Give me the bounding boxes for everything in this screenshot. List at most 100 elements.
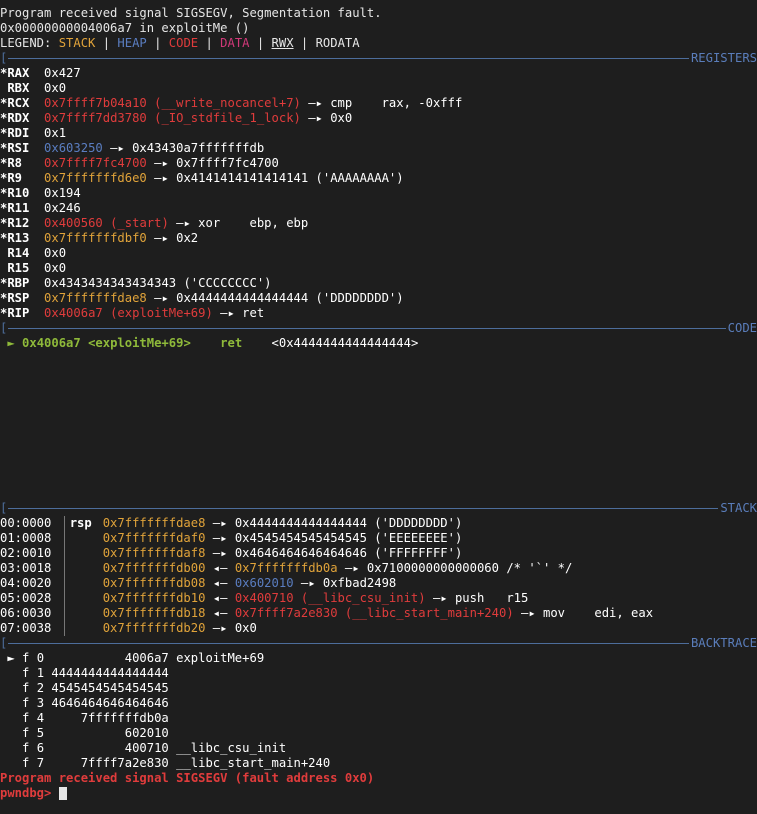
terminal-window[interactable]: Program received signal SIGSEGV, Segment… [0,0,757,814]
register-row: *RSP 0x7fffffffdae8 —▸ 0x444444444444444… [0,291,757,306]
stack-arrow: —▸ [212,531,228,545]
stack-value: 0x4646464646464646 ('FFFFFFFF') [234,546,463,560]
register-row: RBX 0x0 [0,81,757,96]
legend-rwx: RWX [271,36,294,50]
backtrace-frame: ► f 0 4006a7 exploitMe+69 [0,651,757,666]
register-stack-pointer: 0x7fffffffdae8 [44,291,147,305]
register-name: R11 [7,201,30,215]
register-name: RBP [7,276,30,290]
backtrace-address: 7ffff7a2e830 [80,756,169,770]
stack-address: 0x7fffffffdb08 [102,576,206,590]
stack-address: 0x7fffffffdb10 [102,591,206,605]
register-symbol: (_IO_stdfile_1_lock) [154,111,301,125]
registers-panel: *RAX 0x427 RBX 0x0 *RCX 0x7ffff7b04a10 (_… [0,66,757,321]
code-empty-area [0,351,757,501]
register-value: 0x1 [44,126,67,140]
register-name: R9 [7,171,23,185]
register-row: *RSI 0x603250 —▸ 0x43430a7fffffffdb [0,141,757,156]
register-symbol: (__write_nocancel+7) [154,96,301,110]
register-row: *RCX 0x7ffff7b04a10 (__write_nocancel+7)… [0,96,757,111]
backtrace-frame-number: f 2 [22,681,45,695]
register-deref: —▸ 0x43430a7fffffffdb [102,141,265,155]
register-value: 0x246 [44,201,81,215]
backtrace-address: 7fffffffdb0a [80,711,169,725]
stack-value: —▸ 0xfbad2498 [293,576,397,590]
legend-sep: | [293,36,316,50]
stack-column-divider [64,606,65,621]
current-instruction-arrow: ► [0,336,23,350]
stack-row: 04:0020 0x7fffffffdb08 ◂— 0x602010 —▸ 0x… [0,576,757,591]
register-code-pointer: 0x4006a7 [44,306,103,320]
stack-panel: 00:0000 rsp 0x7fffffffdae8 —▸ 0x444444444… [0,516,757,636]
stack-column-divider [64,531,65,546]
register-deref: —▸ 0x4444444444444444 ('DDDDDDDD') [146,291,404,305]
stack-arrow: —▸ [212,516,228,530]
stack-arrow: —▸ [212,546,228,560]
cursor[interactable] [58,787,67,800]
backtrace-address: 400710 [124,741,169,755]
code-section-header: [CODE [0,321,757,336]
signal-message: Program received signal SIGSEGV, Segment… [0,6,382,20]
legend-sep: | [198,36,221,50]
stack-address: 0x7fffffffdae8 [102,516,206,530]
backtrace-address: 4444444444444444 [51,666,169,680]
stack-row: 05:0028 0x7fffffffdb10 ◂— 0x400710 (__li… [0,591,757,606]
register-deref: —▸ cmp rax, -0xfff [300,96,463,110]
backtrace-address: 4646464646464646 [51,696,169,710]
register-name: R8 [7,156,23,170]
register-deref: —▸ 0x4141414141414141 ('AAAAAAAA') [146,171,404,185]
stack-address: 0x7fffffffdaf8 [102,546,206,560]
backtrace-frame-number: f 6 [22,741,45,755]
legend-data: DATA [220,36,250,50]
register-name: R15 [7,261,30,275]
prompt-line[interactable]: pwndbg> [0,786,757,801]
backtrace-arrow [0,696,22,710]
stack-address: 0x7fffffffdaf0 [102,531,206,545]
register-symbol: (exploitMe+69) [110,306,213,320]
register-deref: —▸ 0x7ffff7fc4700 [146,156,279,170]
legend-sep: | [249,36,272,50]
backtrace-frame: f 6 400710 __libc_csu_init [0,741,757,756]
backtrace-arrow: ► [0,651,23,665]
register-value: 0x4343434343434343 ('CCCCCCCC') [44,276,272,290]
backtrace-arrow [0,741,22,755]
stack-arrow: ◂— [212,576,228,590]
register-row: *R13 0x7fffffffdbf0 —▸ 0x2 [0,231,757,246]
legend-sep: | [146,36,169,50]
register-name: R13 [7,231,30,245]
register-name: RIP [7,306,30,320]
stack-row: 07:0038 0x7fffffffdb20 —▸ 0x0 [0,621,757,636]
registers-section-header: [REGISTERS [0,51,757,66]
stack-offset: 06:0030 [0,606,52,620]
register-row: R15 0x0 [0,261,757,276]
backtrace-address: 602010 [124,726,169,740]
stack-row: 06:0030 0x7fffffffdb18 ◂— 0x7ffff7a2e830… [0,606,757,621]
register-row: *RIP 0x4006a7 (exploitMe+69) —▸ ret [0,306,757,321]
code-current-instruction: ► 0x4006a7 <exploitMe+69> ret <0x4444444… [0,336,757,351]
register-row: *RAX 0x427 [0,66,757,81]
register-name: R10 [7,186,30,200]
register-name: RBX [7,81,30,95]
backtrace-section-header: [BACKTRACE [0,636,757,651]
backtrace-symbol: __libc_start_main+240 [176,756,331,770]
stack-arrow: ◂— [212,561,228,575]
stack-value: —▸ mov edi, eax [513,606,654,620]
register-name: R14 [7,246,30,260]
stack-column-divider [64,546,65,561]
register-row: *R9 0x7fffffffd6e0 —▸ 0x4141414141414141… [0,171,757,186]
register-value: 0x194 [44,186,81,200]
stack-register: rsp [69,516,92,530]
register-name: RDX [7,111,30,125]
stack-address: 0x7fffffffdb20 [102,621,206,635]
stack-row: 00:0000 rsp 0x7fffffffdae8 —▸ 0x444444444… [0,516,757,531]
stack-offset: 01:0008 [0,531,52,545]
register-pointer: 0x7ffff7b04a10 [44,96,147,110]
register-name: RDI [7,126,30,140]
stack-offset: 05:0028 [0,591,52,605]
register-value: 0x0 [44,246,67,260]
register-deref: —▸ 0x0 [300,111,353,125]
code-title: CODE [725,321,757,336]
backtrace-arrow [0,666,22,680]
register-row: *RDI 0x1 [0,126,757,141]
current-instruction-address: 0x4006a7 [22,336,81,350]
